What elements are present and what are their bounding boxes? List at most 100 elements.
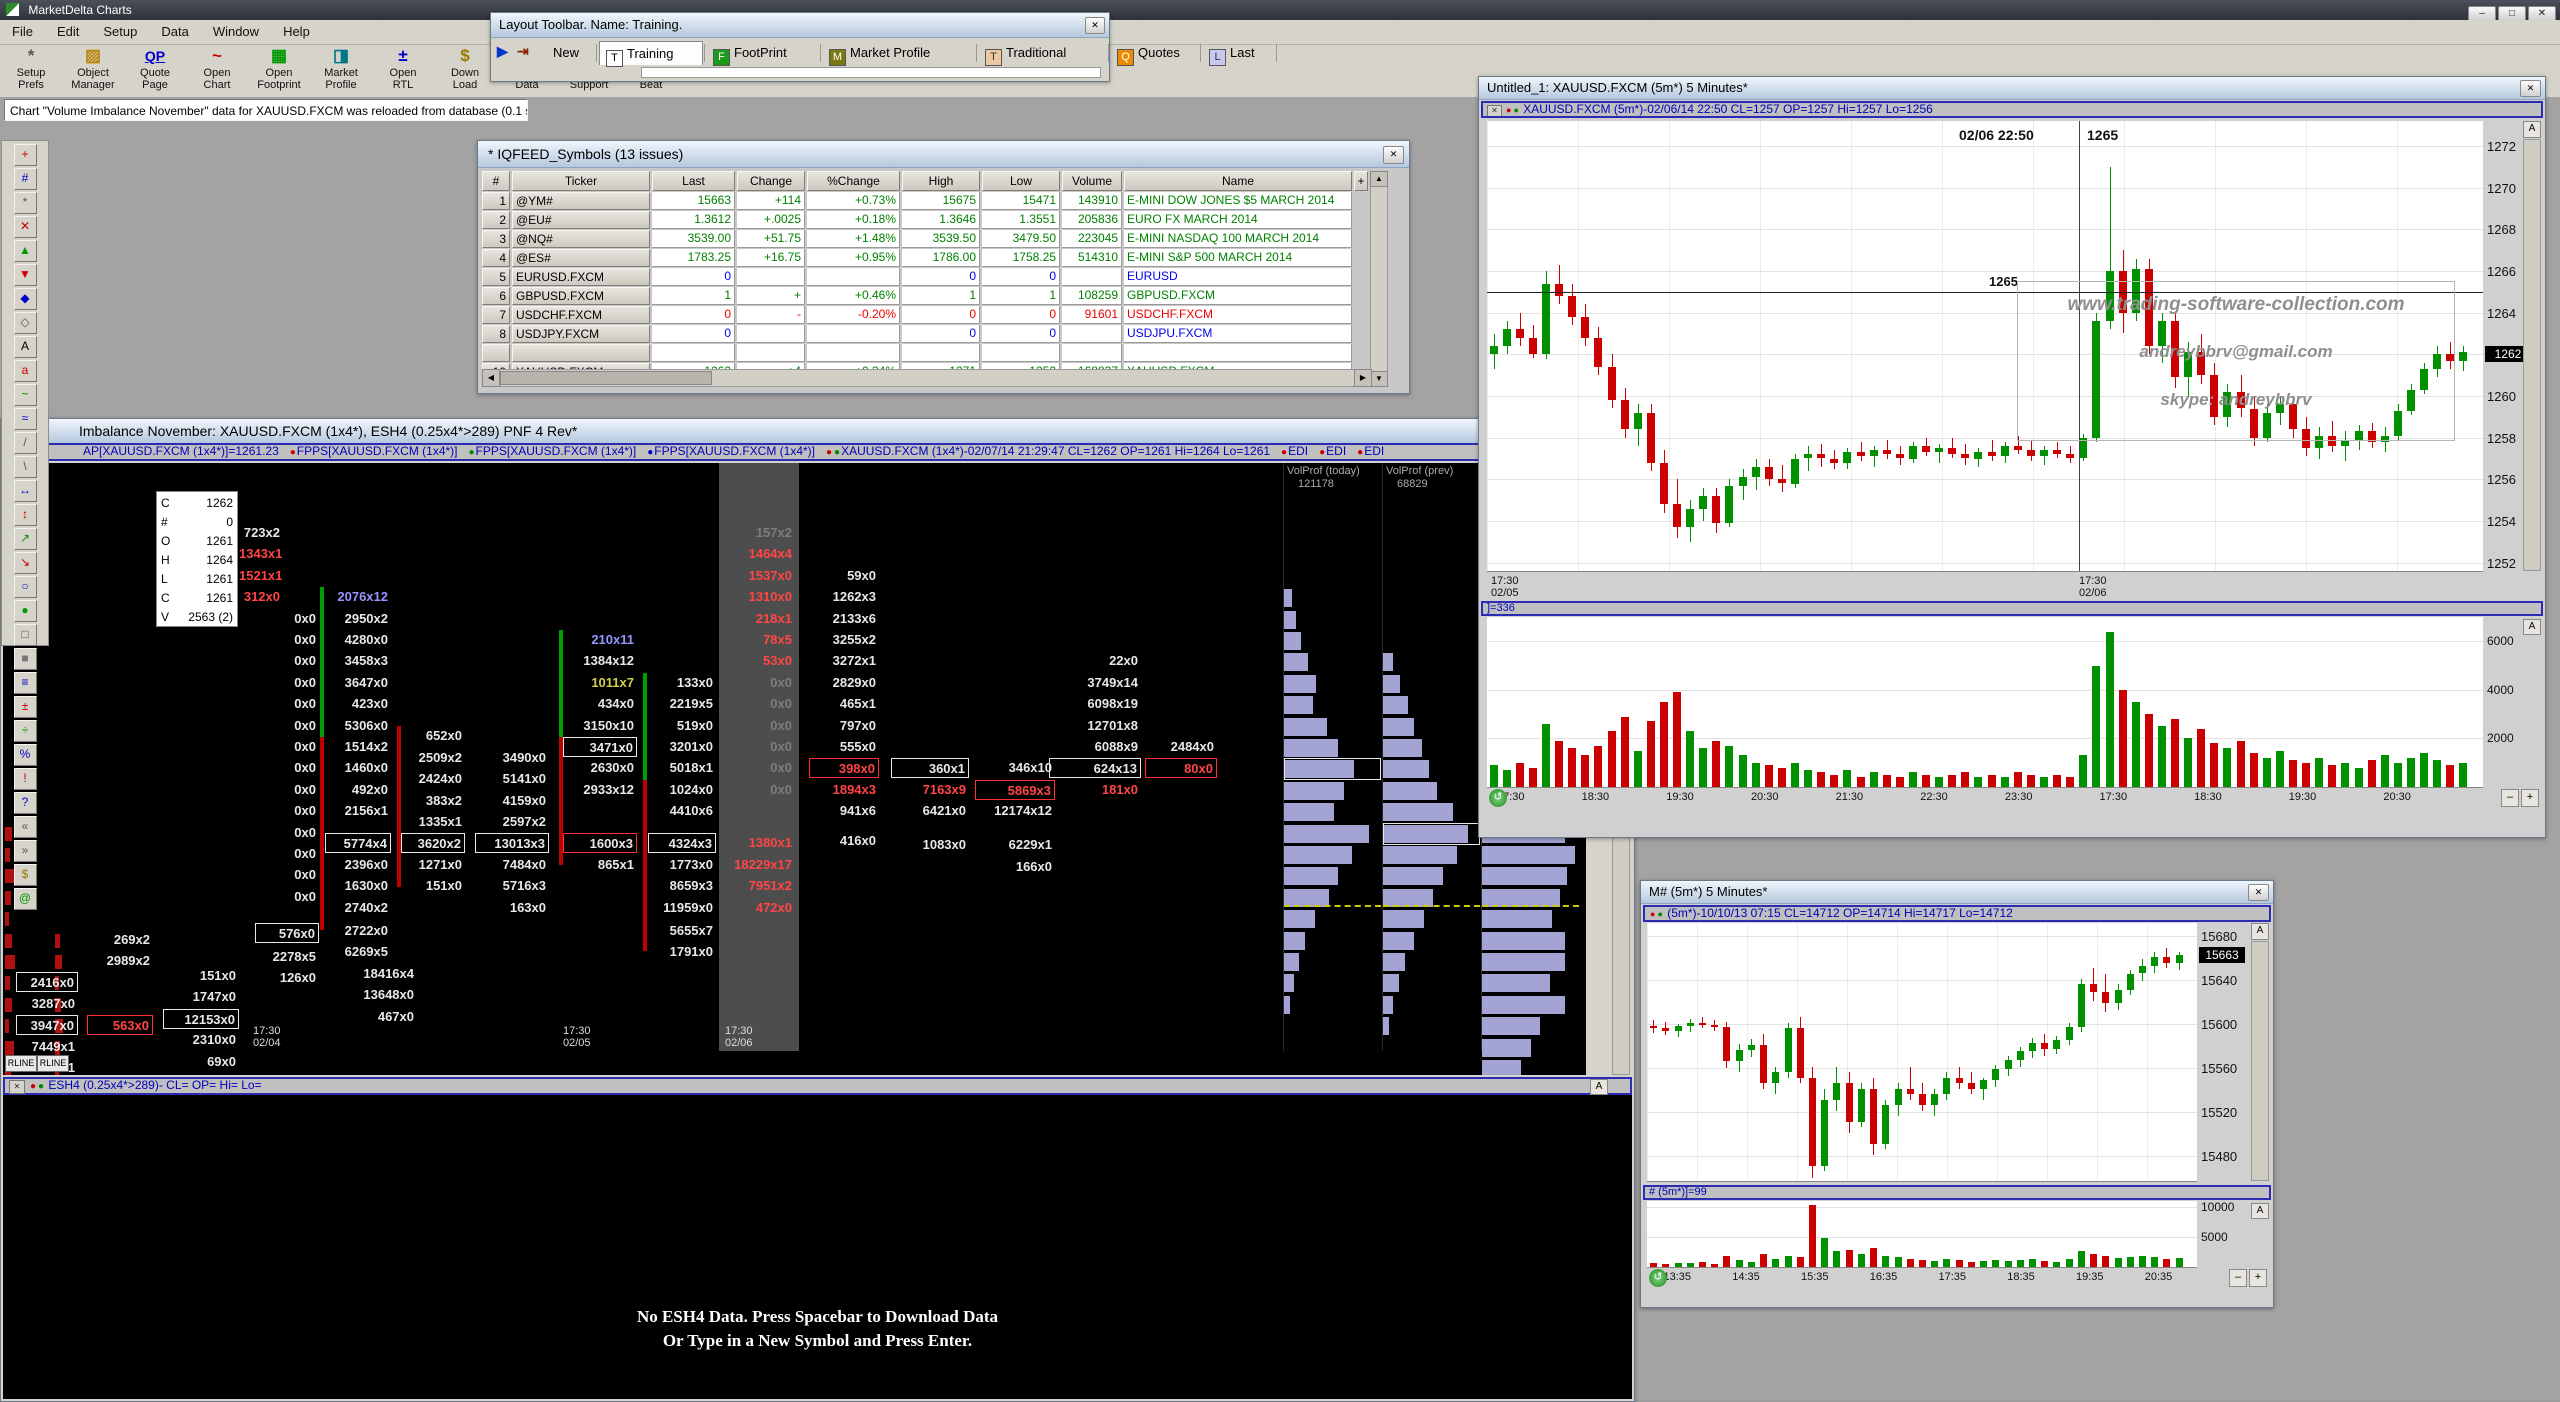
setup-prefs-button[interactable]: *SetupPrefs	[0, 45, 62, 95]
zoom-in-button[interactable]: +	[2521, 789, 2539, 807]
draw-tool-icon-5[interactable]: ▼	[14, 264, 37, 286]
layout-tab-market-profile[interactable]: MMarket Profile	[823, 41, 975, 65]
auto-scale-button[interactable]: A	[2523, 121, 2541, 138]
cell-ticker[interactable]: EURUSD.FXCM	[512, 268, 650, 286]
v-scrollbar[interactable]	[1370, 171, 1388, 387]
cell-ticker[interactable]: @ES#	[512, 249, 650, 267]
draw-tool-icon-23[interactable]: ±	[14, 696, 37, 718]
h-scroll-thumb[interactable]	[500, 371, 712, 385]
draw-tool-icon-2[interactable]: *	[14, 192, 37, 214]
layout-tab-footprint[interactable]: FFootPrint	[707, 41, 819, 65]
rline-tab[interactable]: RLINE	[37, 1055, 69, 1072]
draw-tool-icon-24[interactable]: ÷	[14, 720, 37, 742]
draw-tool-icon-30[interactable]: $	[14, 864, 37, 886]
draw-tool-icon-18[interactable]: ○	[14, 576, 37, 598]
layout-tab-training[interactable]: TTraining	[599, 41, 703, 65]
draw-tool-icon-17[interactable]: ↘	[14, 552, 37, 574]
layout-toolbar-close-icon[interactable]: ✕	[1085, 17, 1105, 34]
zoom-in-button[interactable]: +	[2249, 1269, 2267, 1287]
menu-data[interactable]: Data	[149, 20, 200, 44]
price-plot[interactable]	[1647, 923, 2197, 1182]
menu-edit[interactable]: Edit	[45, 20, 91, 44]
vol-auto-button[interactable]: A	[2251, 1203, 2269, 1219]
chart-close-icon[interactable]: ✕	[2248, 884, 2269, 901]
draw-tool-icon-29[interactable]: »	[14, 840, 37, 862]
draw-tool-icon-26[interactable]: !	[14, 768, 37, 790]
draw-tool-icon-7[interactable]: ◇	[14, 312, 37, 334]
column-header-plus[interactable]: +	[1354, 171, 1368, 191]
draw-tool-icon-1[interactable]: #	[14, 168, 37, 190]
column-header-pct[interactable]: %Change	[807, 171, 900, 191]
draw-tool-icon-11[interactable]: ≈	[14, 408, 37, 430]
layout-tab-traditional[interactable]: TTraditional	[979, 41, 1107, 65]
volume-plot[interactable]	[1487, 617, 2483, 788]
menu-help[interactable]: Help	[271, 20, 322, 44]
cell-ticker[interactable]: @YM#	[512, 192, 650, 210]
zoom-out-button[interactable]: –	[2229, 1269, 2247, 1287]
draw-tool-icon-9[interactable]: a	[14, 360, 37, 382]
scroll-left-icon[interactable]: ◀	[482, 369, 500, 387]
rline-tab[interactable]: RLINE	[5, 1055, 37, 1072]
cell-ticker[interactable]	[512, 344, 650, 362]
column-header-num[interactable]: #	[482, 171, 510, 191]
open-footprint-button[interactable]: ▦OpenFootprint	[248, 45, 310, 95]
open-rtl-button[interactable]: ±OpenRTL	[372, 45, 434, 95]
chart-v-scrollbar[interactable]	[2523, 139, 2541, 571]
draw-tool-icon-28[interactable]: «	[14, 816, 37, 838]
market-profile-button[interactable]: ◨MarketProfile	[310, 45, 372, 95]
auto-scale-button[interactable]: A	[2251, 923, 2269, 940]
draw-tool-icon-21[interactable]: ■	[14, 648, 37, 670]
column-header-low[interactable]: Low	[982, 171, 1060, 191]
layout-tab-quotes[interactable]: QQuotes	[1111, 41, 1199, 65]
draw-tool-icon-6[interactable]: ◆	[14, 288, 37, 310]
cell-ticker[interactable]: GBPUSD.FXCM	[512, 287, 650, 305]
scroll-down-icon[interactable]: ▼	[1370, 371, 1388, 387]
draw-tool-icon-0[interactable]: +	[14, 144, 37, 166]
esh4-close-icon[interactable]: ✕	[9, 1080, 25, 1094]
esh4-auto-button[interactable]: A	[1590, 1079, 1608, 1095]
vol-auto-button[interactable]: A	[2523, 619, 2541, 635]
column-header-name[interactable]: Name	[1124, 171, 1352, 191]
menu-window[interactable]: Window	[201, 20, 271, 44]
chart-v-scrollbar[interactable]	[2251, 941, 2269, 1181]
cell-ticker[interactable]: @EU#	[512, 211, 650, 229]
cell-ticker[interactable]: USDJPY.FXCM	[512, 325, 650, 343]
draw-tool-icon-3[interactable]: ✕	[14, 216, 37, 238]
open-chart-button[interactable]: ~OpenChart	[186, 45, 248, 95]
zoom-out-button[interactable]: –	[2501, 789, 2519, 807]
refresh-button[interactable]: ↺	[1649, 1269, 1667, 1287]
chart-header-close-icon[interactable]: ✕	[1487, 105, 1502, 118]
draw-tool-icon-4[interactable]: ▲	[14, 240, 37, 262]
scroll-up-icon[interactable]: ▲	[1370, 171, 1388, 187]
menu-setup[interactable]: Setup	[91, 20, 149, 44]
column-header-last[interactable]: Last	[652, 171, 735, 191]
menu-file[interactable]: File	[0, 20, 45, 44]
quote-page-button[interactable]: QPQuotePage	[124, 45, 186, 95]
draw-tool-icon-22[interactable]: ≡	[14, 672, 37, 694]
column-header-change[interactable]: Change	[737, 171, 805, 191]
draw-tool-icon-27[interactable]: ?	[14, 792, 37, 814]
draw-tool-icon-19[interactable]: ●	[14, 600, 37, 622]
column-header-ticker[interactable]: Ticker	[512, 171, 650, 191]
draw-tool-icon-31[interactable]: @	[14, 888, 37, 910]
cell-ticker[interactable]: USDCHF.FXCM	[512, 306, 650, 324]
run-layout-icon[interactable]: ▶	[497, 43, 513, 63]
draw-tool-icon-14[interactable]: ↔	[14, 480, 37, 502]
down-load-button[interactable]: $DownLoad	[434, 45, 496, 95]
chart-close-icon[interactable]: ✕	[2520, 80, 2541, 97]
volume-plot[interactable]	[1647, 1201, 2197, 1268]
draw-tool-icon-8[interactable]: A	[14, 336, 37, 358]
layout-tab-new[interactable]: New	[547, 41, 595, 65]
price-plot[interactable]: 126502/06 22:501265www.trading-software-…	[1487, 121, 2483, 572]
layout-tab-last[interactable]: LLast	[1203, 41, 1275, 65]
esh4-canvas[interactable]: No ESH4 Data. Press Spacebar to Download…	[3, 1095, 1632, 1399]
draw-tool-icon-15[interactable]: ↕	[14, 504, 37, 526]
refresh-button[interactable]: ↺	[1489, 789, 1507, 807]
draw-tool-icon-13[interactable]: \	[14, 456, 37, 478]
draw-tool-icon-12[interactable]: /	[14, 432, 37, 454]
column-header-vol[interactable]: Volume	[1062, 171, 1122, 191]
draw-tool-icon-16[interactable]: ↗	[14, 528, 37, 550]
scroll-right-icon[interactable]: ▶	[1354, 369, 1372, 387]
symbols-close-icon[interactable]: ✕	[1383, 146, 1404, 164]
object-manager-button[interactable]: ▨ObjectManager	[62, 45, 124, 95]
